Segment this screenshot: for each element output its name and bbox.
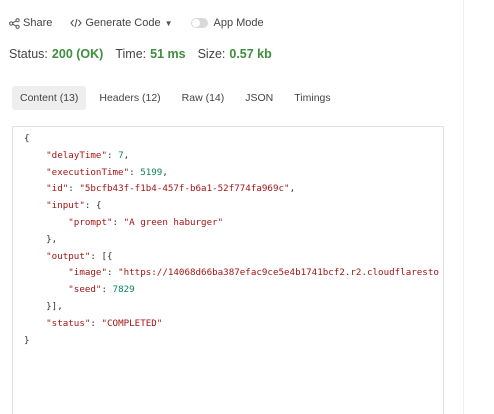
time-label: Time: <box>115 47 147 61</box>
json-viewer: { "delayTime": 7, "executionTime": 5199,… <box>24 133 439 346</box>
json-key-executiontime: "executionTime" <box>46 166 130 178</box>
share-icon <box>9 17 20 29</box>
json-key-status: "status" <box>46 317 91 329</box>
tab-timings[interactable]: Timings <box>286 86 338 110</box>
status-value: 200 (OK) <box>51 47 104 61</box>
app-mode-toggle-group: App Mode <box>190 17 264 29</box>
json-value-status: "COMPLETED" <box>101 317 163 329</box>
status-label: Status: <box>9 47 48 61</box>
tab-raw[interactable]: Raw (14) <box>174 86 233 110</box>
json-key-output: "output" <box>46 250 91 262</box>
json-close-brace: } <box>24 334 30 346</box>
json-key-seed: "seed" <box>68 284 102 296</box>
share-button[interactable]: Share <box>9 17 52 29</box>
tab-headers[interactable]: Headers (12) <box>91 86 168 110</box>
code-icon <box>70 18 83 28</box>
json-value-prompt: "A green haburger" <box>123 216 224 228</box>
json-value-delaytime: 7 <box>118 149 124 161</box>
toggle-knob <box>191 19 200 27</box>
json-value-executiontime: 5199 <box>140 166 163 178</box>
json-key-input: "input" <box>46 200 85 212</box>
generate-code-button[interactable]: Generate Code ▼ <box>70 17 173 29</box>
chevron-down-icon: ▼ <box>164 18 173 28</box>
json-key-delaytime: "delayTime" <box>46 149 107 161</box>
panel-divider <box>463 0 464 414</box>
json-key-prompt: "prompt" <box>68 216 113 228</box>
share-label: Share <box>23 17 53 29</box>
tab-json[interactable]: JSON <box>237 86 281 110</box>
size-label: Size: <box>197 47 226 61</box>
tab-content[interactable]: Content (13) <box>12 86 87 110</box>
time-value: 51 ms <box>150 47 186 61</box>
json-open-brace: { <box>24 133 30 144</box>
response-tabs: Content (13) Headers (12) Raw (14) JSON … <box>12 86 344 110</box>
generate-code-label: Generate Code <box>85 17 161 29</box>
response-status-bar: Status: 200 (OK) Time: 51 ms Size: 0.57 … <box>9 47 284 61</box>
json-value-id: "5bcfb43f-f1b4-457f-b6a1-52f774fa969c" <box>79 183 290 195</box>
json-key-image: "image" <box>68 267 107 279</box>
json-key-id: "id" <box>46 183 69 195</box>
json-value-image: "https://14068d66ba387efac9ce5e4b1741bcf… <box>118 267 439 279</box>
app-mode-toggle[interactable] <box>190 18 208 28</box>
app-mode-label: App Mode <box>213 17 264 29</box>
size-value: 0.57 kb <box>229 47 272 61</box>
json-value-seed: 7829 <box>112 284 135 296</box>
response-toolbar: Share Generate Code ▼ App Mode <box>9 14 282 32</box>
response-body-panel[interactable]: { "delayTime": 7, "executionTime": 5199,… <box>12 126 444 414</box>
